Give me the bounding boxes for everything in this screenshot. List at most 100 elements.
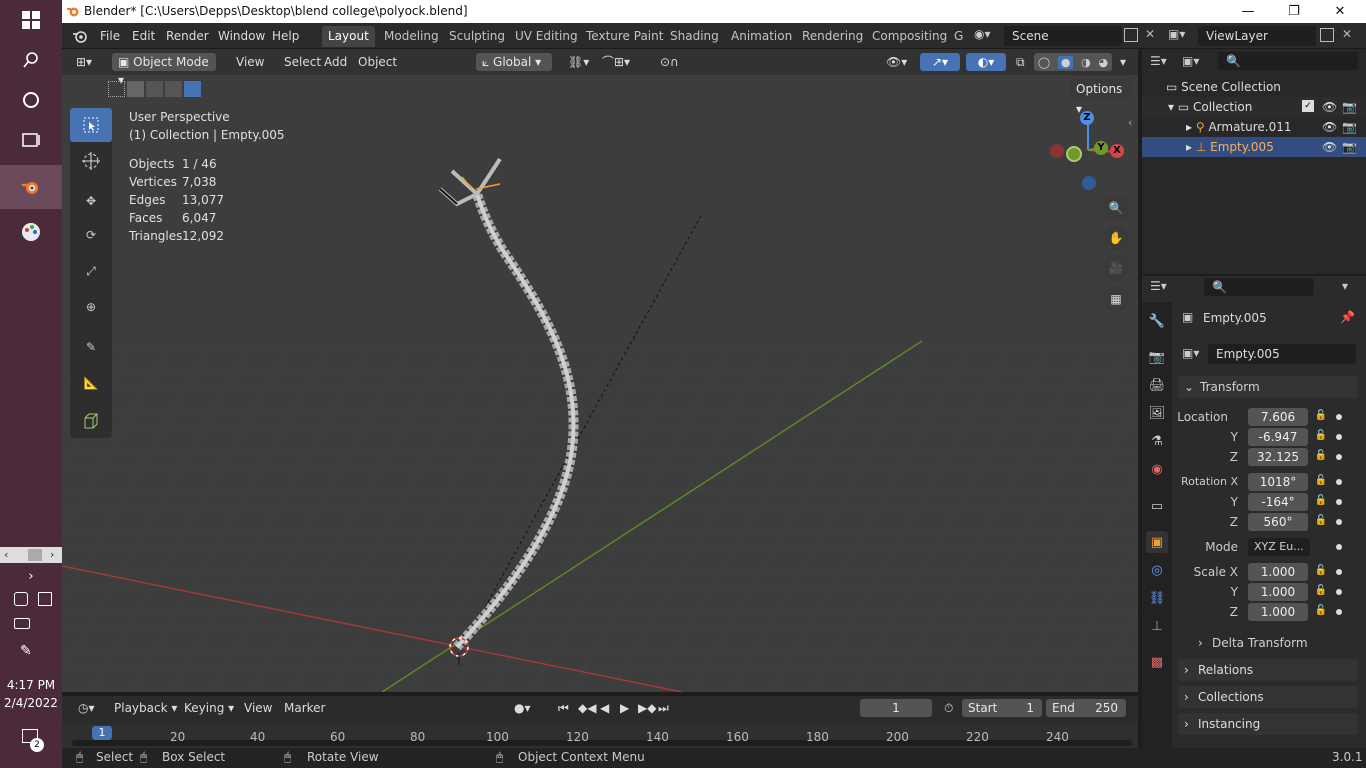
blender-menu-icon[interactable] <box>72 28 88 47</box>
view-layer-tab-icon[interactable]: 🖼 <box>1146 402 1168 424</box>
outliner-scene-collection[interactable]: ▭ Scene Collection <box>1142 77 1366 97</box>
end-frame-field[interactable]: End 250 <box>1046 699 1126 717</box>
visibility-eye-icon[interactable]: 👁 <box>1322 137 1337 157</box>
minimize-button[interactable]: — <box>1225 0 1271 23</box>
scene-selector-icon[interactable]: ◉▾ <box>974 27 991 41</box>
tab-texture-paint[interactable]: Texture Paint <box>580 26 669 47</box>
texture-tab-icon[interactable]: ▩ <box>1146 651 1168 673</box>
material-shading-icon[interactable]: ◑ <box>1081 56 1091 69</box>
pin-icon[interactable]: 📌 <box>1340 310 1355 324</box>
outliner-item[interactable]: ▸ ⚲ Armature.011 👁 📷 <box>1142 117 1366 137</box>
taskbar-scrollbar[interactable]: ‹ › <box>0 547 62 563</box>
scale-x-field[interactable]: 1.000 <box>1248 563 1308 581</box>
transform-orientation-dropdown[interactable]: ⟀ Global ▾ <box>476 53 552 71</box>
clock-date[interactable]: 2/4/2022 <box>0 696 62 710</box>
delta-transform-subpanel[interactable]: › Delta Transform <box>1192 632 1356 654</box>
tab-geometry-nodes[interactable]: G <box>948 26 969 47</box>
lock-icon[interactable]: 🔓 <box>1314 565 1328 579</box>
scale-tool-icon[interactable]: ⤢ <box>70 254 112 288</box>
menu-help[interactable]: Help <box>268 27 303 45</box>
collection-tab-icon[interactable]: ▭ <box>1146 495 1168 517</box>
outliner-item-selected[interactable]: ▸ ⊥ Empty.005 👁 📷 <box>1142 137 1366 157</box>
windows-start-icon[interactable] <box>0 0 62 40</box>
keying-menu[interactable]: Keying ▾ <box>178 699 240 717</box>
wireframe-shading-icon[interactable]: ◯ <box>1038 56 1050 69</box>
delete-view-layer-icon[interactable]: ✕ <box>1342 27 1352 41</box>
view-layer-field[interactable]: ViewLayer <box>1198 26 1316 46</box>
tab-uv-editing[interactable]: UV Editing <box>509 26 584 47</box>
view-menu[interactable]: View <box>230 53 270 71</box>
view-layer-selector-icon[interactable]: ▣▾ <box>1168 27 1185 41</box>
rotation-y-field[interactable]: -164° <box>1248 493 1308 511</box>
keyframe-dot-icon[interactable] <box>1336 499 1342 505</box>
relations-panel-header[interactable]: › Relations <box>1178 659 1358 681</box>
snap-icon[interactable]: ⌒⊞▾ <box>596 53 636 71</box>
menu-edit[interactable]: Edit <box>128 27 159 45</box>
scene-tab-icon[interactable]: ⚗ <box>1146 430 1168 452</box>
current-frame-field[interactable]: 1 <box>860 699 932 717</box>
keyframe-dot-icon[interactable] <box>1336 519 1342 525</box>
lock-icon[interactable]: 🔓 <box>1314 430 1328 444</box>
lock-icon[interactable]: 🔓 <box>1314 475 1328 489</box>
select-invert-icon[interactable] <box>165 81 182 97</box>
camera-view-icon[interactable]: 🎥 <box>1103 255 1129 281</box>
transform-panel-header[interactable]: ⌄ Transform <box>1178 376 1358 398</box>
new-view-layer-icon[interactable] <box>1320 28 1334 42</box>
blender-taskbar-icon[interactable] <box>0 165 62 209</box>
keyframe-dot-icon[interactable] <box>1336 544 1342 550</box>
lock-icon[interactable]: 🔓 <box>1314 515 1328 529</box>
visibility-icon[interactable]: 👁▾ <box>880 53 913 71</box>
paint-app-icon[interactable] <box>0 212 62 252</box>
gizmo-z-axis[interactable]: Z <box>1080 111 1094 125</box>
scale-z-field[interactable]: 1.000 <box>1248 603 1308 621</box>
tab-rendering[interactable]: Rendering <box>796 26 869 47</box>
select-subtract-icon[interactable] <box>146 81 163 97</box>
visibility-eye-icon[interactable]: 👁 <box>1322 97 1337 117</box>
timeline-view-menu[interactable]: View <box>238 699 278 717</box>
clock-time[interactable]: 4:17 PM <box>0 678 62 692</box>
measure-tool-icon[interactable]: 📐 <box>70 366 112 400</box>
proportional-edit-icon[interactable]: ⊙∩ <box>654 53 685 71</box>
playhead-frame-label[interactable]: 1 <box>92 726 112 740</box>
scroll-left-icon[interactable]: ‹ <box>4 548 8 561</box>
outliner-search-input[interactable]: 🔍 <box>1218 52 1358 70</box>
zoom-icon[interactable]: 🔍 <box>1103 195 1129 221</box>
gizmo-neg-y[interactable] <box>1066 146 1082 162</box>
gizmo-neg-x[interactable] <box>1050 144 1064 158</box>
menu-render[interactable]: Render <box>162 27 213 45</box>
scroll-right-icon[interactable]: › <box>50 548 54 561</box>
data-tab-icon[interactable]: ⊥ <box>1146 615 1168 637</box>
ortho-toggle-icon[interactable]: ▦ <box>1103 286 1129 312</box>
tool-tab-icon[interactable]: 🔧 <box>1146 310 1168 332</box>
render-camera-icon[interactable]: 📷 <box>1342 137 1357 157</box>
cursor-tool-icon[interactable] <box>70 144 112 178</box>
properties-options-icon[interactable]: ▾ <box>1342 279 1348 293</box>
exclude-checkbox[interactable]: ✓ <box>1302 100 1314 112</box>
constraints-tab-icon[interactable]: ⛓ <box>1146 587 1168 609</box>
physics-tab-icon[interactable]: ◎ <box>1146 559 1168 581</box>
keyframe-dot-icon[interactable] <box>1336 454 1342 460</box>
output-tab-icon[interactable]: 🖨 <box>1146 374 1168 396</box>
3d-viewport[interactable] <box>62 49 1138 692</box>
start-frame-field[interactable]: Start 1 <box>962 699 1042 717</box>
properties-search-input[interactable]: 🔍 <box>1204 278 1314 296</box>
tab-compositing[interactable]: Compositing <box>866 26 953 47</box>
pivot-point-icon[interactable]: ⛓▾ <box>562 53 595 71</box>
tab-shading[interactable]: Shading <box>664 26 725 47</box>
close-button[interactable]: ✕ <box>1317 0 1363 23</box>
rotation-z-field[interactable]: 560° <box>1248 513 1308 531</box>
lock-icon[interactable]: 🔓 <box>1314 605 1328 619</box>
tab-modeling[interactable]: Modeling <box>378 26 445 47</box>
location-z-field[interactable]: 32.125 <box>1248 448 1308 466</box>
menu-file[interactable]: File <box>96 27 124 45</box>
menu-window[interactable]: Window <box>214 27 269 45</box>
lock-icon[interactable]: 🔓 <box>1314 585 1328 599</box>
scale-y-field[interactable]: 1.000 <box>1248 583 1308 601</box>
overlay-toggle-icon[interactable]: ◐▾ <box>966 53 1006 71</box>
outliner-editor-icon[interactable]: ☰▾ <box>1150 54 1167 68</box>
preview-range-icon[interactable]: ⏱ <box>938 699 959 717</box>
sidebar-toggle-icon[interactable]: ‹ <box>1128 116 1132 129</box>
auto-keying-icon[interactable]: ●▾ <box>508 699 537 717</box>
keyframe-dot-icon[interactable] <box>1336 569 1342 575</box>
solid-shading-icon[interactable]: ● <box>1057 55 1074 69</box>
